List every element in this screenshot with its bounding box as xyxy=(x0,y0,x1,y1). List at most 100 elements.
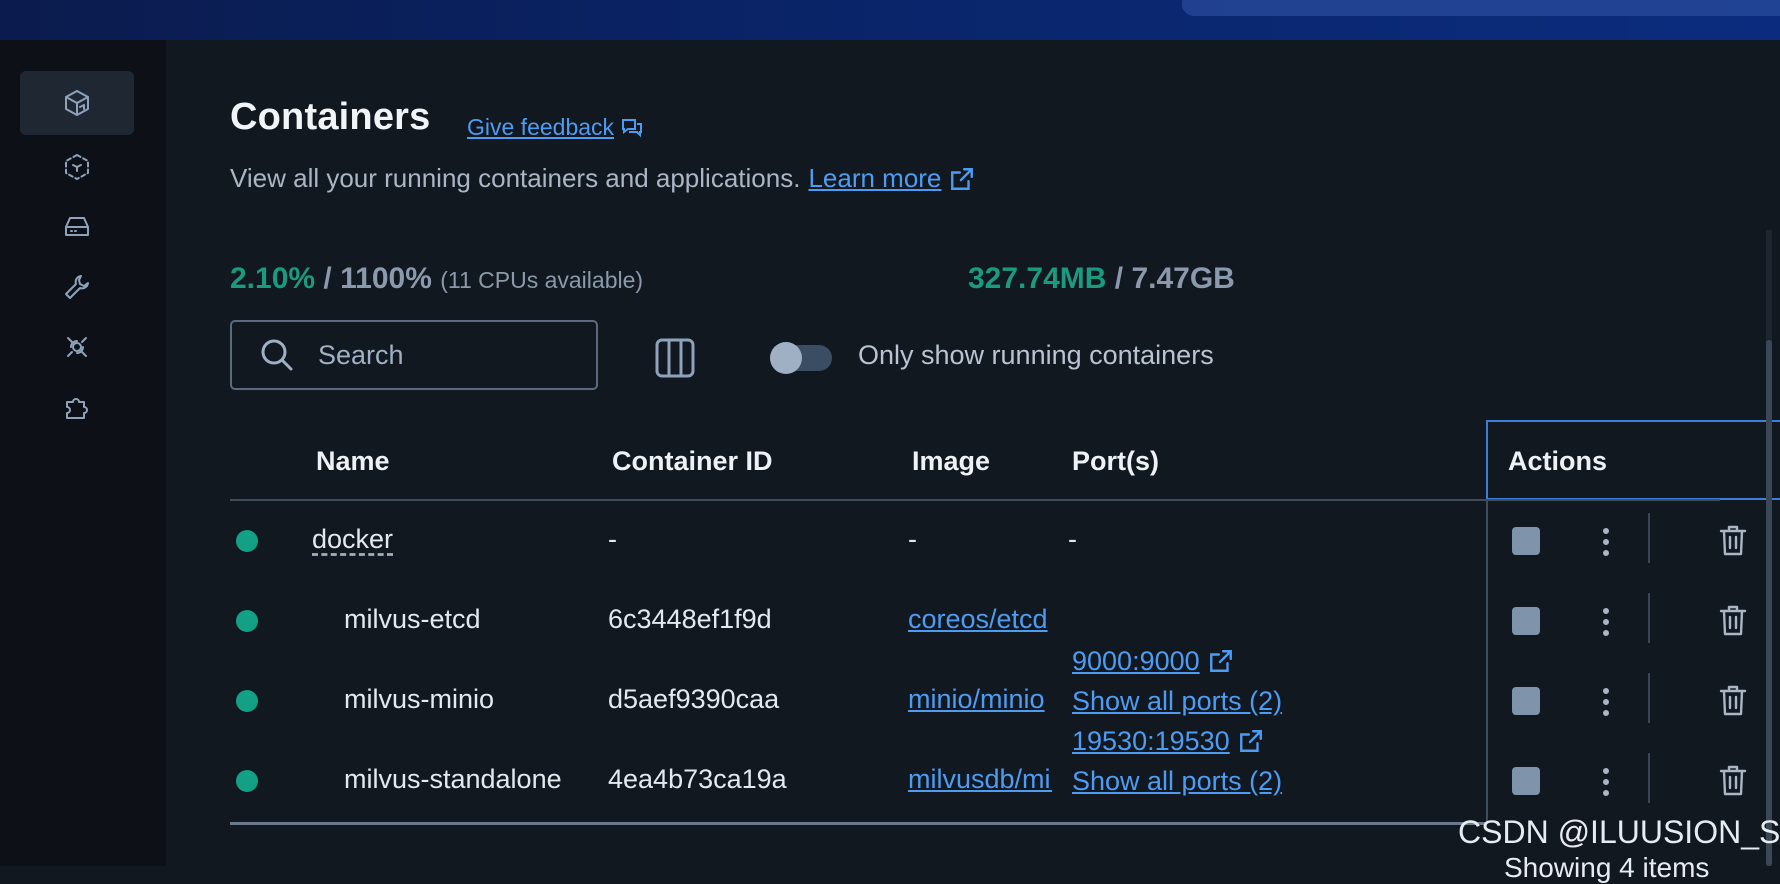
trash-icon xyxy=(1719,525,1747,556)
show-all-ports-label: Show all ports (2) xyxy=(1072,766,1283,796)
container-group-name[interactable]: docker xyxy=(312,524,393,555)
give-feedback-label: Give feedback xyxy=(467,114,615,140)
global-search-bar[interactable] xyxy=(1182,0,1780,16)
image-link-label: minio/minio xyxy=(908,684,1045,714)
column-header-container-id[interactable]: Container ID xyxy=(612,446,773,477)
container-image: - xyxy=(908,524,917,554)
external-link-icon xyxy=(1209,650,1232,672)
container-id: 6c3448ef1f9d xyxy=(608,604,772,634)
container-name[interactable]: milvus-etcd xyxy=(344,604,481,635)
stop-button[interactable] xyxy=(1512,527,1540,555)
resource-stats: 2.10% / 1100% (11 CPUs available) 327.74… xyxy=(230,231,1550,301)
status-running-dot xyxy=(236,530,258,552)
hard-drive-icon xyxy=(65,217,89,236)
radar-icon xyxy=(67,337,87,357)
memory-usage-stat: 327.74MB / 7.47GB xyxy=(968,262,1235,296)
container-ports: 19530:19530 Show all ports (2) xyxy=(1072,721,1282,801)
delete-button[interactable] xyxy=(1718,523,1748,557)
cpu-used-value: 2.10% xyxy=(230,262,316,295)
more-actions-button[interactable] xyxy=(1596,685,1616,717)
main-content: Containers Give feedback View all your r… xyxy=(166,40,1780,866)
wrench-icon xyxy=(65,275,89,299)
table-row[interactable]: milvus-etcd 6c3448ef1f9d coreos/etcd xyxy=(230,581,1747,661)
container-image-link[interactable]: milvusdb/milvus xyxy=(908,764,1052,795)
show-all-ports-link[interactable]: Show all ports (2) xyxy=(1072,681,1282,721)
toggle-knob xyxy=(770,342,802,374)
search-field[interactable] xyxy=(230,320,598,390)
table-row[interactable]: docker - - - xyxy=(230,501,1747,581)
more-actions-button[interactable] xyxy=(1596,525,1616,557)
cpu-total-value: 1100% xyxy=(340,262,432,295)
page-subtitle: View all your running containers and app… xyxy=(230,163,975,194)
column-header-image[interactable]: Image xyxy=(912,446,990,477)
port-link[interactable]: 9000:9000 xyxy=(1072,641,1282,681)
delete-button[interactable] xyxy=(1718,683,1748,717)
actions-divider xyxy=(1648,753,1650,803)
trash-icon xyxy=(1719,605,1747,636)
port-link[interactable]: 19530:19530 xyxy=(1072,721,1282,761)
feedback-chat-icon xyxy=(622,118,643,137)
sidebar-item-volumes[interactable] xyxy=(20,195,134,259)
column-header-ports[interactable]: Port(s) xyxy=(1072,446,1159,477)
status-running-dot xyxy=(236,770,258,792)
cpu-available-note: (11 CPUs available) xyxy=(440,267,644,293)
table-row[interactable]: milvus-standalone 4ea4b73ca19a milvusdb/… xyxy=(230,726,1747,821)
subtitle-text: View all your running containers and app… xyxy=(230,163,801,193)
image-link-label: coreos/etcd xyxy=(908,604,1048,634)
container-name[interactable]: milvus-standalone xyxy=(344,764,562,795)
table-row[interactable]: milvus-minio d5aef9390caa minio/minio 90… xyxy=(230,646,1747,741)
column-settings-button[interactable] xyxy=(654,337,696,379)
search-input[interactable] xyxy=(316,338,570,372)
trash-icon xyxy=(1719,765,1747,796)
actions-divider xyxy=(1648,593,1650,643)
external-link-icon xyxy=(1239,730,1262,752)
running-only-label: Only show running containers xyxy=(858,340,1214,370)
actions-divider xyxy=(1648,513,1650,563)
sidebar xyxy=(0,40,166,866)
actions-divider xyxy=(1648,673,1650,723)
containers-table: Name Container ID Image Port(s) Actions … xyxy=(230,420,1780,866)
container-image-link[interactable]: minio/minio xyxy=(908,684,1052,715)
memory-total-value: 7.47GB xyxy=(1131,262,1235,295)
container-name[interactable]: milvus-minio xyxy=(344,684,494,715)
container-image-link[interactable]: coreos/etcd xyxy=(908,604,1052,635)
container-id: d5aef9390caa xyxy=(608,684,780,714)
sidebar-item-builds[interactable] xyxy=(20,255,134,319)
sidebar-item-extensions[interactable] xyxy=(20,375,134,439)
port-label: 9000:9000 xyxy=(1072,646,1200,676)
cube-icon xyxy=(65,90,89,116)
external-link-icon xyxy=(951,167,974,190)
status-running-dot xyxy=(236,690,258,712)
items-count-text: Showing 4 items xyxy=(1504,852,1710,883)
delete-button[interactable] xyxy=(1718,763,1748,797)
show-all-ports-link[interactable]: Show all ports (2) xyxy=(1072,761,1282,801)
stop-button[interactable] xyxy=(1512,767,1540,795)
container-ports: 9000:9000 Show all ports (2) xyxy=(1072,641,1282,721)
stop-button[interactable] xyxy=(1512,607,1540,635)
memory-separator: / xyxy=(1114,262,1124,295)
give-feedback-link[interactable]: Give feedback xyxy=(467,114,644,141)
top-bar xyxy=(0,0,1780,40)
columns-icon xyxy=(655,338,695,378)
more-actions-button[interactable] xyxy=(1596,765,1616,797)
column-header-actions: Actions xyxy=(1486,420,1780,500)
more-actions-button[interactable] xyxy=(1596,605,1616,637)
table-bottom-border xyxy=(230,822,1486,825)
container-id: - xyxy=(608,524,617,554)
watermark-text: CSDN @ILUUSION_S xyxy=(1458,814,1780,850)
actions-header-label: Actions xyxy=(1508,446,1608,476)
memory-used-value: 327.74MB xyxy=(968,262,1107,295)
column-header-name[interactable]: Name xyxy=(316,446,390,477)
cpu-separator: / xyxy=(323,262,332,295)
running-only-toggle[interactable] xyxy=(770,342,832,374)
learn-more-label: Learn more xyxy=(808,163,942,193)
sidebar-item-scout[interactable] xyxy=(20,315,134,379)
sidebar-item-containers[interactable] xyxy=(20,71,134,135)
delete-button[interactable] xyxy=(1718,603,1748,637)
scrollbar-thumb[interactable] xyxy=(1766,340,1772,866)
sidebar-item-images[interactable] xyxy=(20,135,134,199)
port-label: 19530:19530 xyxy=(1072,726,1230,756)
learn-more-link[interactable]: Learn more xyxy=(808,163,975,194)
stop-button[interactable] xyxy=(1512,687,1540,715)
search-icon xyxy=(261,339,293,371)
